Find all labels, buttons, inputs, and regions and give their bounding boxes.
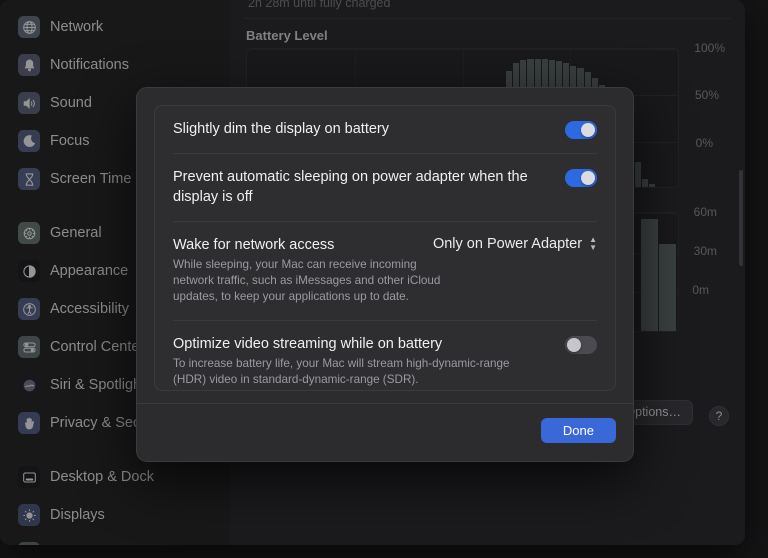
screen: Network Notifications Sound Focus Screen Tim… bbox=[0, 0, 768, 558]
optimize-video-toggle[interactable] bbox=[565, 335, 597, 354]
row-wake-network-description: While sleeping, your Mac can receive inc… bbox=[173, 258, 441, 304]
row-optimize-video-label: Optimize video streaming while on batter… bbox=[173, 335, 443, 352]
row-optimize-video-description: To increase battery life, your Mac will … bbox=[173, 356, 510, 386]
dim-display-toggle[interactable] bbox=[565, 121, 597, 139]
wake-network-value: Only on Power Adapter bbox=[432, 235, 583, 252]
row-wake-network: Wake for network access Only on Power Ad… bbox=[173, 222, 597, 321]
sheet-footer: Done bbox=[137, 403, 633, 461]
chevron-updown-icon: ▲ ▼ bbox=[589, 235, 597, 253]
row-dim-display: Slightly dim the display on battery bbox=[173, 106, 597, 155]
options-card: Slightly dim the display on battery Prev… bbox=[154, 105, 616, 391]
battery-options-sheet: Slightly dim the display on battery Prev… bbox=[136, 87, 634, 462]
done-button[interactable]: Done bbox=[540, 418, 616, 443]
row-prevent-sleep: Prevent automatic sleeping on power adap… bbox=[173, 154, 597, 222]
row-dim-display-label: Slightly dim the display on battery bbox=[173, 121, 389, 137]
row-prevent-sleep-label: Prevent automatic sleeping on power adap… bbox=[173, 169, 528, 205]
wake-network-popup[interactable]: Only on Power Adapter ▲ ▼ bbox=[433, 236, 597, 252]
prevent-sleep-toggle[interactable] bbox=[565, 169, 597, 188]
row-optimize-video: Optimize video streaming while on batter… bbox=[173, 321, 597, 389]
